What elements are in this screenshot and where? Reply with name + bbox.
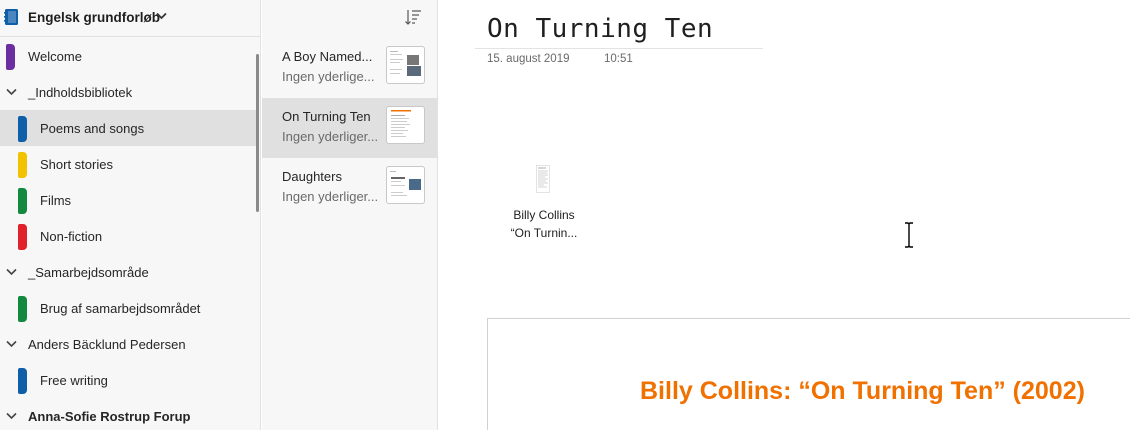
section-label: Welcome — [28, 49, 82, 64]
section-label: Free writing — [40, 373, 108, 388]
attachment-name-line1[interactable]: Billy Collins — [487, 208, 601, 222]
chevron-down-icon[interactable] — [6, 88, 17, 96]
nav-scrollbar[interactable] — [256, 54, 259, 212]
page-item-preview: Ingen yderliger... — [282, 129, 379, 144]
notebook-name: Engelsk grundforløb — [28, 10, 161, 25]
section-color-tab — [18, 116, 27, 142]
section-label: Brug af samarbejdsområdet — [40, 301, 201, 316]
page-item-title: A Boy Named... — [282, 49, 373, 64]
section-item[interactable]: Brug af samarbejdsområdet — [0, 290, 258, 326]
pdf-printout[interactable]: Billy Collins: “On Turning Ten” (2002) — [487, 318, 1130, 430]
section-color-tab — [18, 188, 27, 214]
page-list: A Boy Named... Ingen yderlige... On Turnin… — [262, 0, 438, 430]
chevron-down-icon[interactable] — [6, 268, 17, 276]
page-item-title: On Turning Ten — [282, 109, 371, 124]
notebook-icon — [4, 9, 18, 25]
page-thumbnail — [386, 166, 425, 204]
section-color-tab — [18, 224, 27, 250]
section-item[interactable]: Short stories — [0, 146, 258, 182]
chevron-down-icon[interactable] — [6, 412, 17, 420]
page-list-item[interactable]: On Turning Ten Ingen yderliger... — [262, 98, 437, 158]
section-group[interactable]: _Samarbejdsområde — [0, 254, 258, 290]
section-label: Short stories — [40, 157, 113, 172]
section-group[interactable]: Anna-Sofie Rostrup Forup — [0, 398, 258, 430]
chevron-down-icon[interactable] — [6, 340, 17, 348]
section-group[interactable]: _Indholdsbibliotek — [0, 74, 258, 110]
section-label: Poems and songs — [40, 121, 145, 136]
page-thumbnail — [386, 106, 425, 144]
page-title[interactable]: On Turning Ten — [487, 14, 713, 44]
page-list-item[interactable]: A Boy Named... Ingen yderlige... — [262, 38, 437, 98]
page-date: 15. august 2019 — [487, 53, 570, 65]
attachment-name-line2[interactable]: “On Turnin... — [487, 226, 601, 240]
section-label: Non-fiction — [40, 229, 103, 244]
section-item[interactable]: Films — [0, 182, 258, 218]
section-color-tab — [18, 296, 27, 322]
chevron-down-icon — [156, 12, 167, 20]
section-item[interactable]: Poems and songs — [0, 110, 258, 146]
section-item[interactable]: Free writing — [0, 362, 258, 398]
notebook-navigation: Engelsk grundforløb Welcome _Indholdsbibl… — [0, 0, 261, 430]
title-divider — [475, 48, 763, 49]
section-group-label: _Samarbejdsområde — [28, 265, 149, 280]
page-item-title: Daughters — [282, 169, 342, 184]
page-item-preview: Ingen yderliger... — [282, 189, 379, 204]
section-group-label: Anna-Sofie Rostrup Forup — [28, 409, 191, 424]
file-icon[interactable] — [536, 165, 550, 193]
section-color-tab — [6, 44, 15, 70]
section-group-label: Anders Bäcklund Pedersen — [28, 337, 186, 352]
page-item-preview: Ingen yderlige... — [282, 69, 375, 84]
page-canvas[interactable]: On Turning Ten 15. august 2019 10:51 Bil… — [439, 0, 1130, 430]
page-thumbnail — [386, 46, 425, 84]
section-item[interactable]: Welcome — [0, 38, 258, 74]
page-list-item[interactable]: Daughters Ingen yderliger... — [262, 158, 437, 218]
section-color-tab — [18, 368, 27, 394]
section-group-label: _Indholdsbibliotek — [28, 85, 133, 100]
notebook-switcher[interactable]: Engelsk grundforløb — [0, 0, 261, 37]
section-group[interactable]: Anders Bäcklund Pedersen — [0, 326, 258, 362]
sort-icon[interactable] — [404, 8, 422, 26]
text-cursor-icon — [905, 222, 913, 248]
section-label: Films — [40, 193, 72, 208]
printout-title: Billy Collins: “On Turning Ten” (2002) — [640, 377, 1085, 405]
section-color-tab — [18, 152, 27, 178]
page-time: 10:51 — [604, 53, 633, 65]
section-item[interactable]: Non-fiction — [0, 218, 258, 254]
